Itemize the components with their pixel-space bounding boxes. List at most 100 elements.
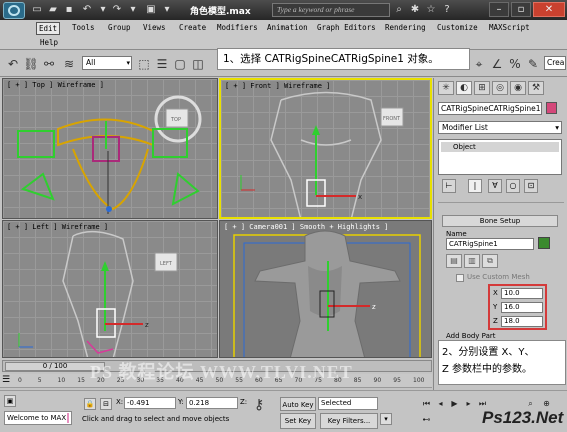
viewport-top[interactable]: [ + ] Top ] Wireframe ] TOP (2, 78, 218, 219)
undo-icon[interactable]: ↶ (80, 3, 94, 16)
lock-icon[interactable]: 🔒 (84, 398, 96, 410)
rectangular-selection-icon[interactable]: ▢ (171, 55, 189, 73)
viewport-front[interactable]: [ + ] Front ] Wireframe ] FRONT x (219, 78, 432, 219)
x-size-field[interactable]: 10.0 (501, 288, 543, 299)
paste-bone-icon[interactable]: ▥ (464, 254, 480, 268)
restore-button[interactable]: ▫ (511, 2, 531, 17)
auto-key-button[interactable]: Auto Key (280, 397, 316, 411)
modifier-stack[interactable]: Object (438, 139, 562, 175)
named-selection-set-field[interactable]: Crea (544, 56, 566, 70)
use-custom-mesh-checkbox[interactable] (456, 274, 464, 282)
modifier-list-dropdown[interactable]: Modifier List ▾ (438, 121, 562, 134)
y-coord-label: Y: (178, 398, 184, 406)
minimize-button[interactable]: – (489, 2, 509, 17)
window-crossing-icon[interactable]: ◫ (189, 55, 207, 73)
stack-item-object[interactable]: Object (441, 142, 559, 152)
undo-icon[interactable]: ↶ (4, 55, 22, 73)
unlink-icon[interactable]: ⚯ (40, 55, 58, 73)
utilities-tab-icon[interactable]: ⚒ (528, 81, 544, 95)
menu-group[interactable]: Group (106, 22, 133, 33)
key-filters-dropdown-icon[interactable]: ▾ (380, 413, 392, 425)
selection-lock-icon[interactable]: ▣ (4, 395, 16, 407)
redo-dropdown-icon[interactable]: ▾ (126, 3, 140, 16)
menu-tools[interactable]: Tools (70, 22, 97, 33)
modifier-list-label: Modifier List (442, 123, 488, 132)
menu-animation[interactable]: Animation (265, 22, 310, 33)
menu-graph-editors[interactable]: Graph Editors (315, 22, 378, 33)
menu-edit[interactable]: Edit (36, 22, 61, 35)
x-coordinate-field[interactable]: -0.491 (124, 397, 176, 409)
close-button[interactable]: ✕ (533, 2, 565, 17)
communication-center-icon[interactable]: ✱ (408, 3, 422, 17)
percent-snap-icon[interactable]: % (506, 55, 524, 73)
bone-color-swatch[interactable] (538, 237, 550, 249)
search-input[interactable]: Type a keyword or phrase (272, 3, 390, 17)
previous-frame-icon[interactable]: ◂ (434, 397, 447, 410)
bone-name-field[interactable]: CATRigSpine1 (446, 238, 534, 250)
modify-tab-icon[interactable]: ◐ (456, 81, 472, 95)
object-color-swatch[interactable] (546, 102, 557, 114)
make-unique-icon[interactable]: ∀ (488, 179, 502, 193)
save-icon[interactable]: ▪ (62, 3, 76, 16)
menu-views[interactable]: Views (141, 22, 168, 33)
absolute-mode-icon[interactable]: ⊟ (100, 398, 112, 410)
help-icon[interactable]: ? (440, 3, 454, 17)
bone-setup-rollout-header[interactable]: Bone Setup (442, 215, 558, 227)
redo-icon[interactable]: ↷ (110, 3, 124, 16)
mini-curve-editor-icon[interactable]: ☰ (2, 375, 16, 387)
remove-modifier-icon[interactable]: ○ (506, 179, 520, 193)
key-mode-dropdown[interactable]: Selected (318, 397, 378, 410)
y-size-field[interactable]: 16.0 (501, 302, 543, 313)
favorites-star-icon[interactable]: ☆ (424, 3, 438, 17)
viewport-left[interactable]: [ + ] Left ] Wireframe ] LEFT z (2, 220, 218, 358)
add-body-part-label[interactable]: Add Body Part (446, 332, 496, 340)
app-menu-button[interactable] (3, 2, 25, 19)
create-tab-icon[interactable]: ✳ (438, 81, 454, 95)
menu-help[interactable]: Help (38, 37, 60, 48)
menu-rendering[interactable]: Rendering (383, 22, 428, 33)
undo-dropdown-icon[interactable]: ▾ (96, 3, 110, 16)
viewport-camera[interactable]: [ + ] Camera001 ] Smooth + Highlights ] … (219, 220, 432, 358)
set-key-button[interactable]: Set Key (280, 413, 316, 429)
play-icon[interactable]: ▶ (448, 397, 461, 410)
menu-customize[interactable]: Customize (435, 22, 480, 33)
edit-named-selection-icon[interactable]: ✎ (524, 55, 542, 73)
pin-stack-icon[interactable]: ⊢ (442, 179, 456, 193)
hierarchy-tab-icon[interactable]: ⊞ (474, 81, 490, 95)
configure-sets-icon[interactable]: ⊡ (524, 179, 538, 193)
menu-modifiers[interactable]: Modifiers (215, 22, 260, 33)
object-name-field[interactable]: CATRigSpineCATRigSpine1 (438, 102, 542, 115)
mirror-bone-icon[interactable]: ⧉ (482, 254, 498, 268)
viewport-label[interactable]: [ + ] Camera001 ] Smooth + Highlights ] (224, 223, 388, 231)
motion-tab-icon[interactable]: ◎ (492, 81, 508, 95)
bind-space-warp-icon[interactable]: ≋ (60, 55, 78, 73)
y-coordinate-field[interactable]: 0.218 (186, 397, 238, 409)
key-mode-toggle-icon[interactable]: ⊷ (420, 413, 433, 426)
angle-snap-icon[interactable]: ∠ (488, 55, 506, 73)
open-file-icon[interactable]: ▰ (46, 3, 60, 16)
go-to-start-icon[interactable]: ⏮ (420, 397, 433, 410)
key-filters-button[interactable]: Key Filters... (320, 413, 378, 429)
quick-access-dropdown-icon[interactable]: ▾ (160, 3, 174, 16)
link-icon[interactable]: ⛓ (22, 55, 40, 73)
viewport-label[interactable]: [ + ] Front ] Wireframe ] (225, 82, 330, 90)
select-by-name-icon[interactable]: ☰ (153, 55, 171, 73)
menu-maxscript[interactable]: MAXScript (487, 22, 532, 33)
show-end-result-icon[interactable]: | (468, 179, 482, 193)
copy-bone-icon[interactable]: ▤ (446, 254, 462, 268)
search-icon[interactable]: ⌕ (392, 3, 406, 17)
viewport-label[interactable]: [ + ] Top ] Wireframe ] (7, 81, 104, 89)
viewcube-label: TOP (170, 117, 181, 123)
selection-filter-dropdown[interactable]: All ▾ (82, 56, 132, 70)
viewport-label[interactable]: [ + ] Left ] Wireframe ] (7, 223, 108, 231)
menu-create[interactable]: Create (177, 22, 208, 33)
new-file-icon[interactable]: ▭ (30, 3, 44, 16)
next-frame-icon[interactable]: ▸ (462, 397, 475, 410)
z-size-field[interactable]: 18.0 (501, 316, 543, 327)
select-object-icon[interactable]: ⬚ (135, 55, 153, 73)
key-icon[interactable]: ⚷ (254, 397, 264, 413)
snaps-toggle-icon[interactable]: ⌖ (470, 55, 488, 73)
maxscript-listener[interactable]: Welcome to MAX (4, 411, 72, 425)
display-tab-icon[interactable]: ◉ (510, 81, 526, 95)
project-folder-icon[interactable]: ▣ (144, 3, 158, 16)
